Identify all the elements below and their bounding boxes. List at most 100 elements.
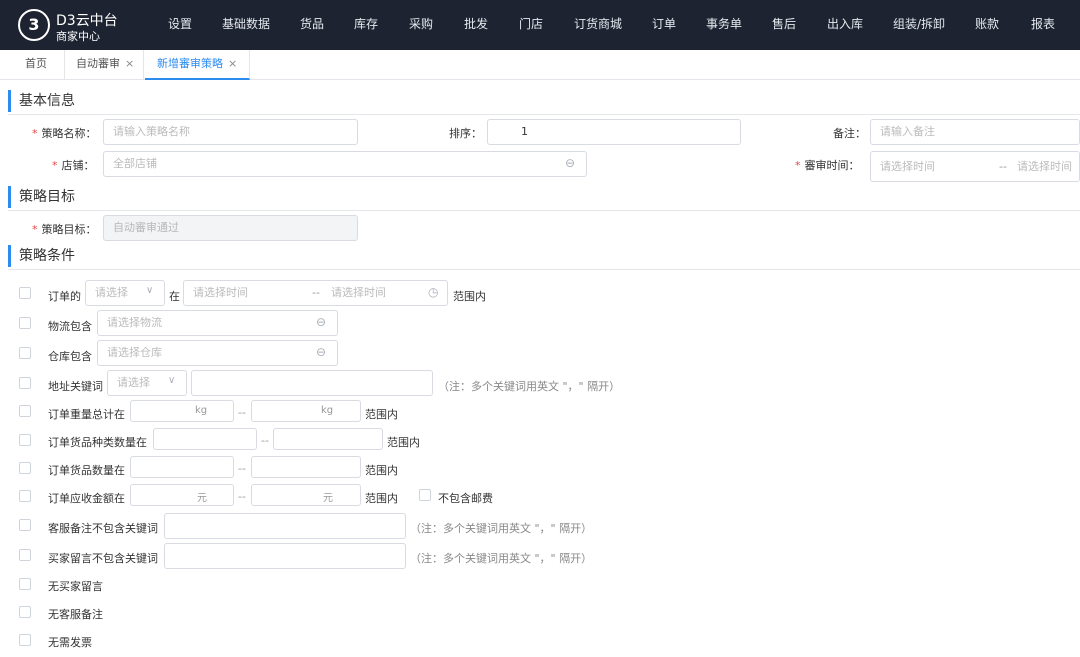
- kinds-min-input[interactable]: [153, 428, 257, 450]
- nav-item-order-mall[interactable]: 订货商城: [574, 0, 622, 50]
- checkbox-amount[interactable]: [19, 490, 31, 502]
- nav-item-stock[interactable]: 库存: [354, 0, 378, 50]
- weight-min-input[interactable]: [130, 400, 234, 422]
- kinds-max-input[interactable]: [273, 428, 383, 450]
- strategy-target-label: * 策略目标：: [32, 223, 97, 236]
- time-start-field[interactable]: 请选择时间: [193, 286, 248, 299]
- range-separator: --: [238, 490, 246, 503]
- amount-max-input[interactable]: [251, 484, 361, 506]
- nav-item-after-sales[interactable]: 售后: [772, 0, 796, 50]
- warehouse-select[interactable]: 请选择仓库: [97, 340, 338, 366]
- sort-input[interactable]: 1: [487, 119, 741, 145]
- nav-item-assembly[interactable]: 组装/拆卸: [893, 0, 945, 50]
- checkbox-no-service-remark[interactable]: [19, 606, 31, 618]
- nav-item-purchase[interactable]: 采购: [409, 0, 433, 50]
- close-icon[interactable]: ×: [228, 57, 237, 70]
- more-icon[interactable]: ⊖: [316, 345, 326, 359]
- tab-bar: 首页 自动審审 × 新增審审策略 ×: [0, 50, 1080, 80]
- checkbox-logistics[interactable]: [19, 317, 31, 329]
- brand-subtitle: 商家中心: [56, 30, 100, 43]
- divider: [8, 210, 1080, 211]
- more-icon[interactable]: ⊖: [316, 315, 326, 329]
- weight-unit: kg: [195, 405, 208, 416]
- checkbox-buyer-message[interactable]: [19, 549, 31, 561]
- range-separator: --: [261, 434, 269, 447]
- section-title-basic: 基本信息: [8, 90, 75, 112]
- no-shipping-label: 不包含邮费: [438, 492, 493, 505]
- buyer-message-note: （注：多个关键词用英文 "，" 隔开）: [410, 552, 593, 565]
- service-remark-input[interactable]: [164, 513, 406, 539]
- checkbox-address[interactable]: [19, 377, 31, 389]
- no-invoice-label: 无需发票: [48, 636, 92, 649]
- service-remark-label: 客服备注不包含关键词: [48, 522, 158, 535]
- order-in-label: 在: [169, 290, 180, 303]
- amount-unit: 元: [323, 493, 333, 504]
- logistics-label: 物流包含: [48, 320, 92, 333]
- checkbox-no-buyer-message[interactable]: [19, 578, 31, 590]
- no-buyer-message-label: 无买家留言: [48, 580, 103, 593]
- nav-item-basic-data[interactable]: 基础数据: [222, 0, 270, 50]
- warehouse-label: 仓库包含: [48, 350, 92, 363]
- strategy-name-input[interactable]: 请输入策略名称: [103, 119, 358, 145]
- section-title-target: 策略目标: [8, 186, 75, 208]
- shop-label: * 店铺：: [52, 159, 95, 172]
- top-navbar: 3 D3云中台 商家中心 设置 基础数据 货品 库存 采购 批发 门店 订货商城…: [0, 0, 1080, 50]
- tab-new-strategy[interactable]: 新增審审策略 ×: [145, 50, 250, 80]
- range-suffix: 范围内: [365, 492, 398, 505]
- logistics-select[interactable]: 请选择物流: [97, 310, 338, 336]
- time-start-field[interactable]: 请选择时间: [880, 160, 935, 173]
- nav-item-in-out[interactable]: 出入库: [827, 0, 863, 50]
- address-keyword-input[interactable]: [191, 370, 433, 396]
- time-end-field[interactable]: 请选择时间: [1017, 152, 1072, 181]
- close-icon[interactable]: ×: [125, 57, 134, 70]
- clock-icon: ◷: [428, 285, 439, 299]
- review-time-label: * 審审时间：: [795, 159, 860, 172]
- nav-item-orders[interactable]: 订单: [652, 0, 676, 50]
- range-suffix: 范围内: [387, 436, 420, 449]
- more-icon[interactable]: ⊖: [565, 156, 575, 170]
- checkbox-weight[interactable]: [19, 405, 31, 417]
- checkbox-kinds[interactable]: [19, 434, 31, 446]
- buyer-message-label: 买家留言不包含关键词: [48, 552, 158, 565]
- buyer-message-input[interactable]: [164, 543, 406, 569]
- address-keyword-label: 地址关键词: [48, 380, 103, 393]
- nav-item-store[interactable]: 门店: [519, 0, 543, 50]
- nav-item-affairs[interactable]: 事务单: [706, 0, 742, 50]
- divider: [8, 114, 1080, 115]
- remark-label: 备注：: [833, 127, 866, 140]
- section-title-conditions: 策略条件: [8, 245, 75, 267]
- weight-max-input[interactable]: [251, 400, 361, 422]
- range-separator: --: [238, 406, 246, 419]
- range-suffix: 范围内: [365, 464, 398, 477]
- checkbox-warehouse[interactable]: [19, 347, 31, 359]
- nav-item-goods[interactable]: 货品: [300, 0, 324, 50]
- nav-item-settings[interactable]: 设置: [168, 0, 192, 50]
- shop-select[interactable]: 全部店铺: [103, 151, 587, 177]
- strategy-name-label: * 策略名称：: [32, 127, 97, 140]
- chevron-down-icon: ∨: [168, 375, 176, 386]
- review-time-range[interactable]: 请选择时间 -- 请选择时间: [870, 151, 1080, 182]
- checkbox-order-time[interactable]: [19, 287, 31, 299]
- tab-home[interactable]: 首页: [12, 50, 65, 80]
- quantity-min-input[interactable]: [130, 456, 234, 478]
- nav-item-accounts[interactable]: 账款: [975, 0, 999, 50]
- checkbox-no-invoice[interactable]: [19, 634, 31, 646]
- checkbox-service-remark[interactable]: [19, 519, 31, 531]
- nav-item-wholesale[interactable]: 批发: [464, 0, 488, 50]
- service-remark-note: （注：多个关键词用英文 "，" 隔开）: [410, 522, 593, 535]
- nav-item-reports[interactable]: 报表: [1031, 0, 1055, 50]
- brand-title: D3云中台: [56, 13, 118, 29]
- quantity-max-input[interactable]: [251, 456, 361, 478]
- checkbox-no-shipping[interactable]: [419, 489, 431, 501]
- amount-min-input[interactable]: [130, 484, 234, 506]
- time-end-field[interactable]: 请选择时间: [331, 281, 386, 305]
- remark-input[interactable]: 请输入备注: [870, 119, 1080, 145]
- checkbox-quantity[interactable]: [19, 462, 31, 474]
- chevron-down-icon: ∨: [146, 285, 154, 296]
- sort-label: 排序：: [449, 127, 482, 140]
- no-service-remark-label: 无客服备注: [48, 608, 103, 621]
- strategy-target-input: 自动審审通过: [103, 215, 358, 241]
- weight-label: 订单重量总计在: [48, 408, 125, 421]
- order-time-range[interactable]: 请选择时间 -- 请选择时间: [183, 280, 448, 306]
- tab-auto-review[interactable]: 自动審审 ×: [65, 50, 144, 80]
